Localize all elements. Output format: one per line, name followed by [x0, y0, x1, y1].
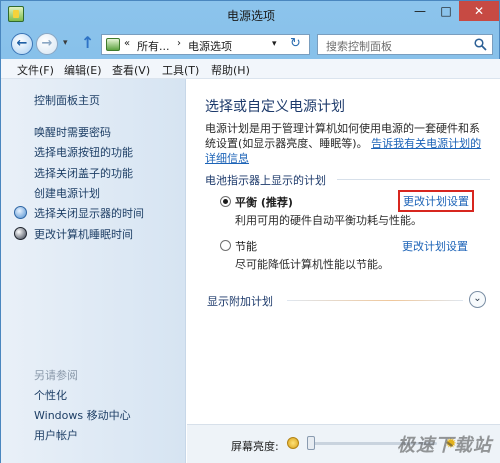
menu-help[interactable]: 帮助(H) [211, 62, 250, 78]
brightness-low-icon [287, 437, 299, 449]
expand-chevron-icon[interactable]: ⌄ [469, 291, 486, 308]
group-divider [337, 179, 490, 180]
menu-tools[interactable]: 工具(T) [162, 62, 199, 78]
sidebar-item-sleep-time[interactable]: 更改计算机睡眠时间 [34, 226, 133, 242]
see-also-user-accounts[interactable]: 用户帐户 [34, 427, 78, 443]
battery-plans-heading: 电池指示器上显示的计划 [205, 174, 326, 187]
refresh-icon[interactable]: ↻ [290, 36, 301, 51]
menu-edit[interactable]: 编辑(E) [64, 62, 102, 78]
show-additional-plans-label[interactable]: 显示附加计划 [207, 293, 273, 309]
back-button[interactable]: ← [11, 33, 33, 55]
address-bar-row: ← → ▾ ↑ « 所有... › 电源选项 ▾ ↻ 搜索控制面板 [1, 29, 500, 59]
menu-bar: 文件(F) 编辑(E) 查看(V) 工具(T) 帮助(H) [1, 59, 500, 79]
power-options-window: 电源选项 — □ ✕ ← → ▾ ↑ « 所有... › 电源选项 ▾ ↻ 搜索… [0, 0, 500, 463]
change-power-saver-settings-link[interactable]: 更改计划设置 [402, 238, 468, 254]
maximize-button[interactable]: □ [433, 1, 459, 21]
plan-balanced-description: 利用可用的硬件自动平衡功耗与性能。 [235, 214, 422, 227]
sidebar-control-panel-home[interactable]: 控制面板主页 [34, 92, 100, 108]
brightness-slider-thumb[interactable] [307, 436, 315, 450]
brightness-label: 屏幕亮度: [231, 440, 279, 453]
sidebar: 控制面板主页 唤醒时需要密码 选择电源按钮的功能 选择关闭盖子的功能 创建电源计… [1, 79, 186, 463]
display-icon [14, 206, 27, 219]
up-level-icon[interactable]: ↑ [81, 35, 94, 51]
plan-power-saver-description: 尽可能降低计算机性能以节能。 [235, 258, 389, 271]
search-icon[interactable] [474, 38, 487, 51]
additional-plans-divider [287, 300, 463, 301]
brightness-bar: 屏幕亮度: ✹ 极速下载站 [187, 424, 500, 463]
page-title: 选择或自定义电源计划 [205, 99, 345, 115]
breadcrumb-overflow-icon[interactable]: « [124, 38, 130, 49]
sidebar-item-display-off[interactable]: 选择关闭显示器的时间 [34, 205, 144, 221]
title-bar[interactable]: 电源选项 — □ ✕ [1, 1, 500, 27]
menu-file[interactable]: 文件(F) [17, 62, 54, 78]
breadcrumb-power-options[interactable]: 电源选项 [188, 38, 232, 54]
plan-power-saver-label[interactable]: 节能 [235, 238, 257, 254]
close-button[interactable]: ✕ [459, 1, 499, 21]
sidebar-item-wake-password[interactable]: 唤醒时需要密码 [34, 124, 111, 140]
breadcrumb-separator-icon: › [177, 38, 181, 49]
search-placeholder: 搜索控制面板 [326, 40, 392, 53]
control-panel-icon [106, 38, 120, 51]
plan-description: 电源计划是用于管理计算机如何使用电源的一套硬件和系统设置(如显示器亮度、睡眠等)… [205, 121, 490, 166]
breadcrumb-all-items[interactable]: 所有... [137, 38, 170, 54]
minimize-button[interactable]: — [407, 1, 433, 21]
plan-balanced-radio[interactable] [220, 196, 231, 207]
recent-pages-dropdown-icon[interactable]: ▾ [63, 38, 68, 48]
watermark-logo: 极速下载站 [397, 435, 492, 456]
see-also-heading: 另请参阅 [34, 369, 78, 382]
address-dropdown-icon[interactable]: ▾ [272, 39, 277, 49]
menu-view[interactable]: 查看(V) [112, 62, 150, 78]
sidebar-item-lid-close[interactable]: 选择关闭盖子的功能 [34, 165, 133, 181]
content-area: 控制面板主页 唤醒时需要密码 选择电源按钮的功能 选择关闭盖子的功能 创建电源计… [1, 79, 500, 463]
search-input[interactable]: 搜索控制面板 [317, 34, 493, 55]
sidebar-item-power-button[interactable]: 选择电源按钮的功能 [34, 144, 133, 160]
see-also-personalization[interactable]: 个性化 [34, 387, 67, 403]
main-panel: 选择或自定义电源计划 电源计划是用于管理计算机如何使用电源的一套硬件和系统设置(… [187, 79, 500, 463]
sleep-moon-icon [14, 227, 27, 240]
sidebar-item-create-plan[interactable]: 创建电源计划 [34, 185, 100, 201]
plan-balanced-label[interactable]: 平衡 (推荐) [235, 194, 293, 210]
see-also-mobility-center[interactable]: Windows 移动中心 [34, 407, 131, 423]
forward-button[interactable]: → [36, 33, 58, 55]
address-box[interactable]: « 所有... › 电源选项 ▾ ↻ [101, 34, 310, 55]
plan-power-saver-radio[interactable] [220, 240, 231, 251]
change-balanced-settings-link[interactable]: 更改计划设置 [398, 190, 474, 212]
